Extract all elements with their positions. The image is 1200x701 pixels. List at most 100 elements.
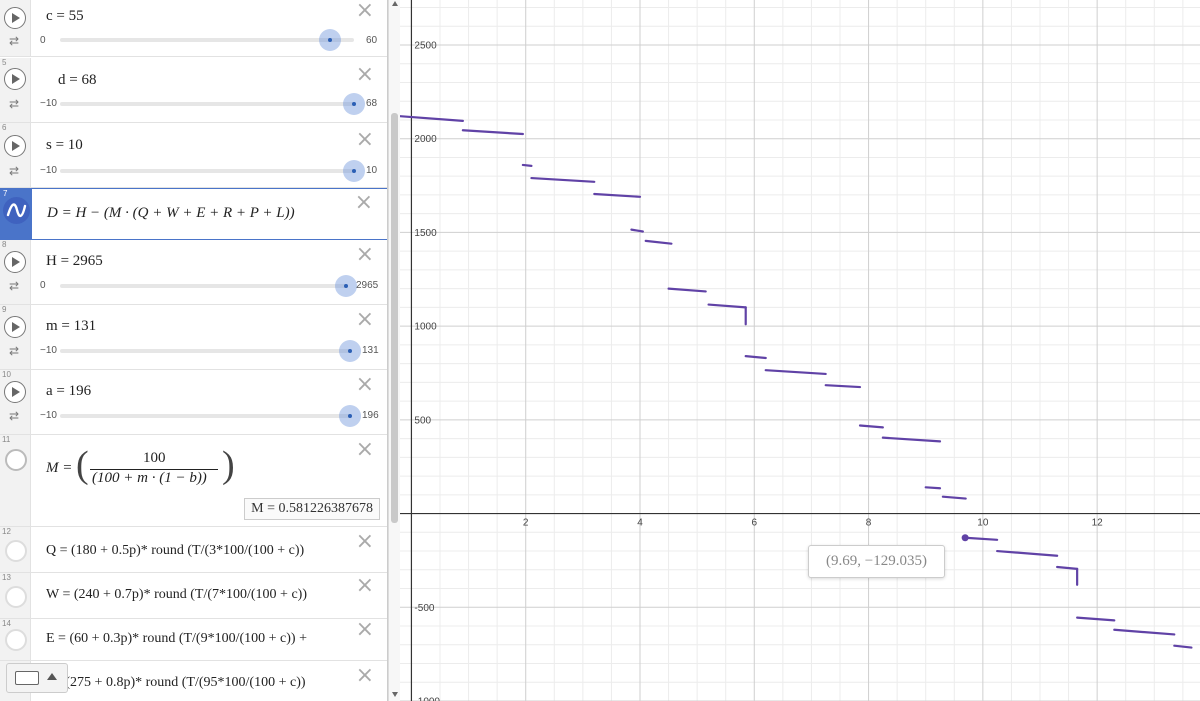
play-icon[interactable] — [4, 7, 26, 29]
loop-icon[interactable]: ⇄ — [9, 165, 19, 177]
x-tick-label: 12 — [1092, 518, 1104, 529]
hidden-graph-icon[interactable] — [5, 449, 27, 471]
curve-segment — [630, 228, 644, 233]
expression-text[interactable]: D = H − (M · (Q + W + E + R + P + L)) — [47, 205, 295, 222]
close-icon[interactable]: × — [356, 619, 374, 641]
minor-grid — [400, 0, 1200, 701]
curve-segment — [593, 192, 642, 198]
expression-row-Q[interactable]: 12 Q = (180 + 0.5p)* round (T/(3*100/(10… — [0, 527, 387, 573]
curve-segment — [824, 384, 862, 389]
close-icon[interactable]: × — [356, 531, 374, 553]
loop-icon[interactable]: ⇄ — [9, 410, 19, 422]
play-icon[interactable] — [4, 135, 26, 157]
loop-icon[interactable]: ⇄ — [9, 345, 19, 357]
play-icon[interactable] — [4, 251, 26, 273]
slider-track[interactable] — [60, 169, 354, 173]
play-icon[interactable] — [4, 316, 26, 338]
fraction-left-paren: ( — [76, 444, 89, 486]
curve-segment — [1173, 644, 1193, 649]
slider-handle[interactable] — [339, 405, 361, 427]
fraction-denominator[interactable]: (100 + m · (1 − b)) — [92, 470, 207, 487]
expression-row-D[interactable]: 7 D = H − (M · (Q + W + E + R + P + L)) … — [0, 188, 387, 240]
fraction-right-paren: ) — [222, 444, 235, 486]
expression-text[interactable]: Q = (180 + 0.5p)* round (T/(3*100/(100 +… — [46, 543, 304, 559]
expression-text[interactable]: c = 55 — [46, 8, 84, 25]
curve-segment — [924, 486, 942, 490]
close-icon[interactable]: × — [356, 309, 374, 331]
slider-handle[interactable] — [343, 160, 365, 182]
x-tick-label: 6 — [752, 518, 758, 529]
scroll-down-arrow-icon[interactable] — [392, 692, 398, 697]
slider-track[interactable] — [60, 284, 346, 288]
keyboard-toggle-button[interactable] — [6, 663, 68, 693]
expression-lhs[interactable]: M = — [46, 460, 72, 477]
loop-icon[interactable]: ⇄ — [9, 98, 19, 110]
expression-text[interactable]: : (275 + 0.8p)* round (T/(95*100/(100 + … — [58, 675, 306, 691]
close-icon[interactable]: × — [356, 64, 374, 86]
expression-row-W[interactable]: 13 W = (240 + 0.7p)* round (T/(7*100/(10… — [0, 573, 387, 619]
expression-text[interactable]: d = 68 — [58, 72, 96, 89]
expression-text[interactable]: a = 196 — [46, 383, 91, 400]
close-icon[interactable]: × — [356, 439, 374, 461]
expression-text[interactable]: H = 2965 — [46, 253, 103, 270]
expression-text[interactable]: s = 10 — [46, 137, 83, 154]
slider-track[interactable] — [60, 38, 354, 42]
wave-icon — [6, 203, 27, 218]
hidden-graph-icon[interactable] — [5, 586, 27, 608]
play-icon[interactable] — [4, 68, 26, 90]
slider-handle[interactable] — [343, 93, 365, 115]
loop-icon[interactable]: ⇄ — [9, 35, 19, 47]
expression-list-scrollbar[interactable] — [388, 0, 400, 701]
curve-segment — [744, 355, 767, 360]
expression-row-s[interactable]: 6 ⇄ s = 10 × −10 10 — [0, 123, 387, 188]
x-tick-label: 4 — [637, 518, 643, 529]
curve-segment — [521, 163, 533, 167]
fraction-numerator[interactable]: 100 — [143, 450, 166, 467]
expression-row-d[interactable]: 5 ⇄ d = 68 × −10 68 — [0, 58, 387, 123]
y-tick-label: 2500 — [414, 40, 437, 51]
expression-text[interactable]: W = (240 + 0.7p)* round (T/(7*100/(100 +… — [46, 587, 307, 603]
hidden-graph-icon[interactable] — [5, 540, 27, 562]
scroll-up-arrow-icon[interactable] — [392, 1, 398, 6]
expression-text[interactable]: m = 131 — [46, 318, 96, 335]
close-icon[interactable]: × — [356, 374, 374, 396]
curve-segment — [1113, 628, 1176, 636]
point-coordinate-tooltip: (9.69, −129.035) — [808, 545, 945, 578]
play-icon[interactable] — [4, 381, 26, 403]
curve-segment — [941, 495, 967, 500]
keyboard-icon — [15, 671, 39, 685]
slider-handle[interactable] — [335, 275, 357, 297]
close-icon[interactable]: × — [356, 0, 374, 22]
hidden-graph-icon[interactable] — [5, 629, 27, 651]
y-tick-label: -500 — [414, 603, 434, 614]
curve-segment — [996, 549, 1059, 557]
slider-track[interactable] — [60, 102, 354, 106]
graph-plot[interactable]: 2468101212500200015001000500-500-1000 — [400, 0, 1200, 701]
graph-canvas[interactable]: 2468101212500200015001000500-500-1000 — [400, 0, 1200, 701]
close-icon[interactable]: × — [356, 244, 374, 266]
loop-icon[interactable]: ⇄ — [9, 280, 19, 292]
close-icon[interactable]: × — [356, 129, 374, 151]
close-icon[interactable]: × — [355, 192, 373, 214]
close-icon[interactable]: × — [356, 575, 374, 597]
close-icon[interactable]: × — [356, 665, 374, 687]
graph-color-icon[interactable] — [3, 197, 30, 224]
slider-track[interactable] — [60, 414, 350, 418]
expression-row-m[interactable]: 9 ⇄ m = 131 × −10 131 — [0, 305, 387, 370]
expression-row-c[interactable]: ⇄ c = 55 × 0 60 — [0, 0, 387, 57]
expression-row-E[interactable]: 14 E = (60 + 0.3p)* round (T/(9*100/(100… — [0, 619, 387, 661]
tick-labels: 2468101212500200015001000500-500-1000 — [414, 40, 1104, 701]
expression-row-M[interactable]: 11 M = ( 100 (100 + m · (1 − b)) ) × M =… — [0, 435, 387, 527]
x-tick-label: 10 — [977, 518, 989, 529]
curve-segment — [1056, 565, 1079, 570]
curve-segment — [530, 176, 596, 183]
slider-handle[interactable] — [318, 29, 341, 51]
evaluation-result: M = 0.581226387678 — [244, 498, 380, 520]
slider-track[interactable] — [60, 349, 350, 353]
scrollbar-thumb[interactable] — [391, 113, 398, 523]
x-tick-label: 2 — [523, 518, 529, 529]
expression-row-H[interactable]: 8 ⇄ H = 2965 × 0 2965 — [0, 240, 387, 305]
expression-row-a[interactable]: 10 ⇄ a = 196 × −10 196 — [0, 370, 387, 435]
expression-text[interactable]: E = (60 + 0.3p)* round (T/(9*100/(100 + … — [46, 631, 307, 647]
slider-handle[interactable] — [339, 340, 361, 362]
